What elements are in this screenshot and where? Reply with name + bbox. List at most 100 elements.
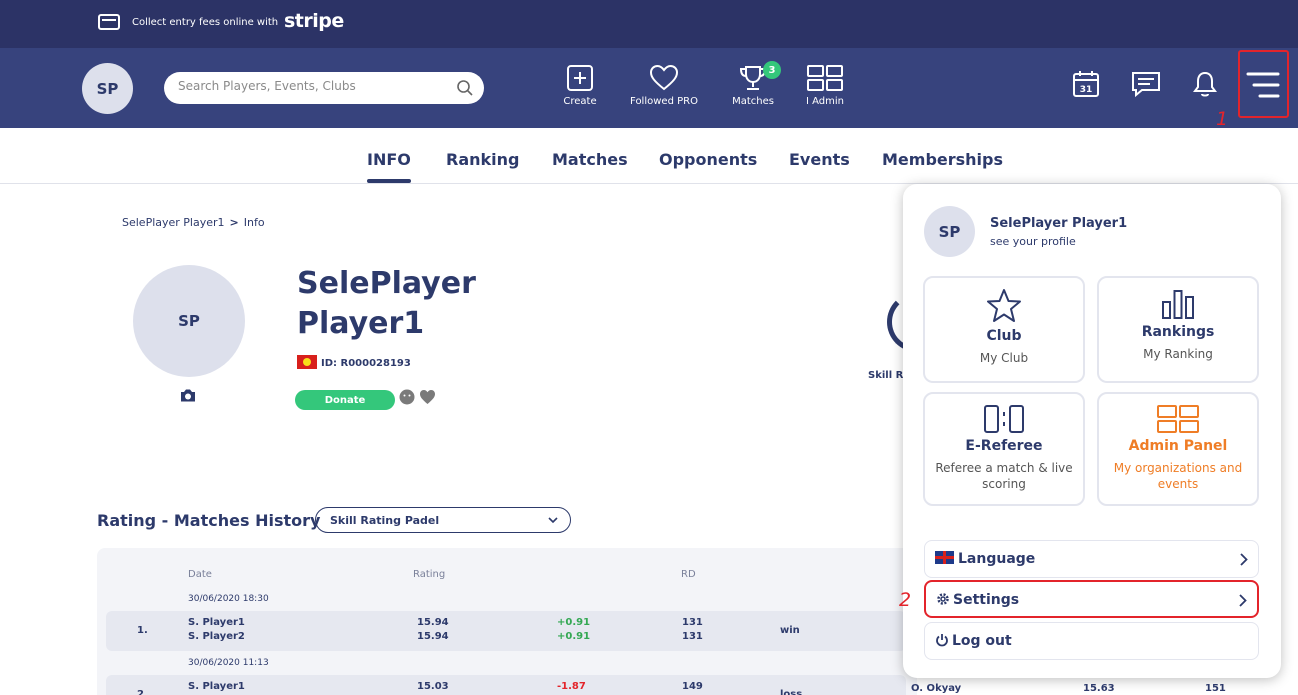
row-rd-1: 149 [682,681,703,692]
annotation-2: 2 [899,589,912,611]
annotation-1: 1 [1216,108,1229,130]
skill-rating-label: Skill R [868,370,904,381]
tab-memberships[interactable]: Memberships [882,150,1003,169]
tab-matches[interactable]: Matches [552,150,628,169]
row-rd-1: 131 [682,617,703,628]
row-opponent-rd: 151 [1205,683,1226,694]
tab-events[interactable]: Events [789,150,850,169]
macedonia-flag-icon [297,355,317,369]
player-id: ID: R000028193 [321,358,411,369]
menu-language-label: Language [958,551,1036,567]
credit-card-icon [98,14,120,30]
chevron-right-icon [1239,594,1247,607]
donate-button[interactable]: Donate [295,390,395,410]
menu-logout[interactable]: Log out [924,622,1259,660]
stripe-logo: stripe [284,10,344,32]
breadcrumb: SelePlayer Player1 > Info [122,216,265,229]
nav-followed-label: Followed PRO [630,96,698,107]
breadcrumb-parent[interactable]: SelePlayer Player1 [122,216,225,229]
search-input[interactable] [178,79,448,93]
nav-create-label: Create [563,96,597,107]
row-index: 2. [137,689,148,695]
col-rating: Rating [413,569,446,580]
match-date: 30/06/2020 11:13 [188,658,269,668]
col-date: Date [188,569,212,580]
breadcrumb-separator: > [229,216,239,229]
smiley-icon[interactable] [399,389,415,405]
nav-admin-label: I Admin [806,96,844,107]
chat-icon[interactable] [1130,70,1162,98]
tab-opponents[interactable]: Opponents [659,150,757,169]
menu-logout-label: Log out [952,633,1012,649]
row-player-2: S. Player2 [188,631,245,642]
main-menu-button[interactable] [1238,50,1289,118]
menu-avatar[interactable]: SP [924,206,975,257]
menu-user-name[interactable]: SelePlayer Player1 [990,216,1127,231]
nav-i-admin[interactable]: I Admin [780,64,870,107]
tab-ranking[interactable]: Ranking [446,150,519,169]
tile-club[interactable]: Club My Club [923,276,1085,383]
profile-tabs: INFO Ranking Matches Opponents Events Me… [0,128,1298,184]
rating-type-select[interactable]: Skill Rating Padel [315,507,571,533]
tile-rankings-sub: My Ranking [1143,347,1213,361]
tab-info[interactable]: INFO [367,150,411,183]
row-rating-2: 15.94 [417,631,449,642]
tile-referee-title: E-Referee [965,438,1043,454]
row-rating-1: 15.03 [417,681,449,692]
row-delta-1: -1.87 [557,681,586,692]
nav-matches-label: Matches [732,96,774,107]
profile-name-first: SelePlayer [297,266,476,301]
promo-banner[interactable]: Collect entry fees online with stripe [0,0,1298,48]
menu-see-profile[interactable]: see your profile [990,235,1076,248]
menu-icon [1246,72,1280,98]
menu-settings[interactable]: Settings [924,580,1259,618]
create-icon [567,65,593,91]
table-row[interactable]: 2. S. Player1 15.03 -1.87 149 loss [106,675,906,695]
tile-e-referee[interactable]: E-Referee Referee a match & live scoring [923,392,1085,506]
menu-language[interactable]: Language [924,540,1259,578]
calendar-day: 31 [1080,85,1093,95]
search-icon[interactable] [456,79,474,97]
chevron-right-icon [1240,553,1248,566]
uk-flag-icon [935,551,954,564]
profile-avatar[interactable]: SP [133,265,245,377]
heart-icon [649,64,679,91]
search-box[interactable] [164,72,484,104]
tile-admin-title: Admin Panel [1128,438,1228,454]
profile-name: SelePlayer Player1 [297,264,476,344]
table-row[interactable]: 1. S. Player1 S. Player2 15.94 15.94 +0.… [106,611,906,651]
star-icon [987,289,1021,322]
camera-icon[interactable] [179,388,197,403]
tile-referee-sub: Referee a match & live scoring [935,461,1073,491]
row-opponent: O. Okyay [911,683,962,694]
tile-admin-sub: My organizations and events [1113,461,1243,491]
matches-badge: 3 [763,61,781,79]
nav-create[interactable]: Create [535,64,625,107]
rating-history-title: Rating - Matches History [97,511,321,530]
calendar-icon[interactable]: 31 [1072,70,1100,98]
row-player-1: S. Player1 [188,617,245,628]
admin-grid-icon [1157,405,1199,433]
row-result: win [780,625,800,636]
promo-text: Collect entry fees online with [132,17,279,28]
row-delta-2: +0.91 [557,631,591,642]
tile-rankings-title: Rankings [1141,324,1215,340]
user-avatar[interactable]: SP [82,63,133,114]
nav-followed-pro[interactable]: Followed PRO [619,64,709,107]
breadcrumb-current: Info [243,216,265,229]
power-icon [936,634,948,647]
tile-club-sub: My Club [979,351,1029,365]
bell-icon[interactable] [1192,70,1218,98]
profile-name-last: Player1 [297,306,425,341]
tile-rankings[interactable]: Rankings My Ranking [1097,276,1259,383]
menu-settings-label: Settings [953,592,1020,608]
chevron-down-icon [548,517,558,524]
match-date: 30/06/2020 18:30 [188,594,269,604]
row-opponent-rating: 15.63 [1083,683,1115,694]
favorite-heart-icon[interactable] [419,389,436,405]
grid-icon [807,65,843,91]
tile-admin-panel[interactable]: Admin Panel My organizations and events [1097,392,1259,506]
row-index: 1. [137,625,148,636]
row-rating-1: 15.94 [417,617,449,628]
row-rd-2: 131 [682,631,703,642]
